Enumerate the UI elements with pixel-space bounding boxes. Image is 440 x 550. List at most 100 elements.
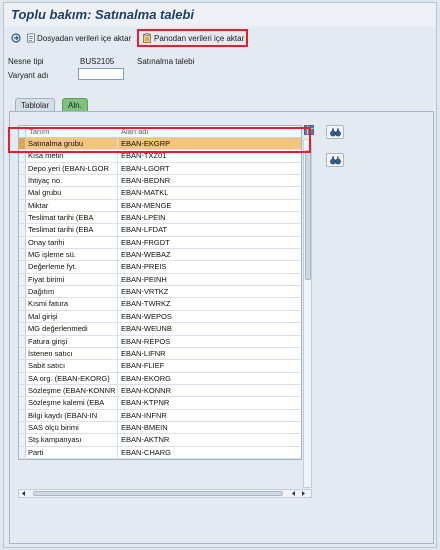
table-row[interactable]: Değerleme fyt. EBAN-PREIS	[19, 261, 301, 274]
clipboard-icon	[143, 33, 151, 43]
column-header-field-name[interactable]: Alan adı	[118, 126, 301, 137]
cell-field-name: EBAN-MATKL	[121, 188, 169, 198]
row-selector[interactable]	[19, 249, 26, 261]
column-header-description[interactable]: Tanım	[26, 126, 118, 137]
cell-field-name: EBAN-VRTKZ	[121, 287, 169, 297]
cell-field-name: EBAN-LFDAT	[121, 225, 168, 235]
cell-description: Sabit satıcı	[26, 360, 118, 372]
row-selector[interactable]	[19, 150, 26, 162]
cell-field-name: EBAN-PREIS	[121, 262, 167, 272]
table-row[interactable]: Mal grubu EBAN-MATKL	[19, 187, 301, 200]
row-selector[interactable]	[19, 138, 26, 150]
row-selector[interactable]	[19, 384, 26, 397]
cell-description: Parti	[26, 446, 118, 458]
row-selector[interactable]	[19, 397, 26, 409]
row-selector[interactable]	[19, 446, 26, 458]
cell-description: Kısa metin	[26, 150, 118, 162]
table-row[interactable]: Bilgi kaydı (EBAN-IN EBAN-INFNR	[19, 409, 301, 422]
import-from-clipboard-button[interactable]: Panodan verileri içe aktar	[154, 32, 244, 46]
cell-description: Kısmi fatura	[26, 298, 118, 310]
horizontal-scrollbar[interactable]	[18, 489, 312, 498]
table-row[interactable]: İhtiyaç no. EBAN-BEDNR	[19, 175, 301, 188]
row-selector[interactable]	[19, 199, 26, 212]
row-selector[interactable]	[19, 360, 26, 372]
cell-field-name: EBAN-PEINH	[121, 274, 167, 284]
cell-field-name: EBAN-FRGDT	[121, 237, 170, 247]
row-selector[interactable]	[19, 434, 26, 446]
table-row[interactable]: MG işleme sü. EBAN-WEBAZ	[19, 249, 301, 262]
cell-description: Miktar	[26, 199, 118, 212]
cell-description: Fatura girişi	[26, 335, 118, 347]
row-selector[interactable]	[19, 409, 26, 421]
import-from-file-button[interactable]: Dosyadan verileri içe aktar	[37, 32, 131, 46]
table-row[interactable]: Fiyat birimi EBAN-PEINH	[19, 273, 301, 287]
row-selector[interactable]	[19, 335, 26, 347]
table-row[interactable]: Sabit satıcı EBAN-FLIEF	[19, 360, 301, 373]
tab-tables[interactable]: Tablolar	[15, 98, 56, 112]
table-row[interactable]: Dağıtım EBAN-VRTKZ	[19, 286, 301, 299]
scroll-left-end-icon[interactable]	[291, 491, 296, 496]
table-row[interactable]: Kısa metin EBAN-TXZ01	[19, 150, 301, 163]
cell-field-name: EBAN-WEUNB	[121, 324, 172, 334]
cell-description: Teslimat tarihi (EBA	[26, 224, 118, 236]
row-selector[interactable]	[19, 298, 26, 310]
table-row[interactable]: Sözleşme kalemi (EBA EBAN-KTPNR	[19, 397, 301, 410]
cell-description: SA org. (EBAN-EKORG)	[26, 372, 118, 384]
row-selector[interactable]	[19, 372, 26, 384]
tab-fields[interactable]: Aln.	[62, 98, 88, 112]
row-selector[interactable]	[19, 224, 26, 236]
find-button[interactable]	[326, 125, 344, 139]
cell-description: Depo yeri (EBAN-LGOR	[26, 162, 118, 175]
row-selector[interactable]	[19, 212, 26, 224]
table-row[interactable]: Mal girişi EBAN-WEPOS	[19, 310, 301, 324]
find-next-button[interactable]	[326, 153, 344, 167]
table-row[interactable]: Fatura girişi EBAN-REPOS	[19, 335, 301, 348]
vertical-scrollbar[interactable]	[303, 139, 312, 488]
row-selector[interactable]	[19, 261, 26, 273]
table-row[interactable]: Teslimat tarihi (EBA EBAN-LFDAT	[19, 224, 301, 237]
table-row[interactable]: Satınalma grubu EBAN-EKGRP	[19, 138, 301, 151]
table-row[interactable]: Sözleşme (EBAN-KONNR EBAN-KONNR	[19, 384, 301, 398]
table-row[interactable]: SAS ölçü birimi EBAN-BMEIN	[19, 421, 301, 435]
scroll-right-icon[interactable]	[301, 491, 306, 496]
row-selector[interactable]	[19, 310, 26, 323]
scroll-left-icon[interactable]	[21, 491, 26, 496]
table-settings-icon[interactable]	[304, 125, 314, 135]
toolbar: Dosyadan verileri içe aktar Panodan veri…	[4, 29, 436, 49]
table-row[interactable]: Teslimat tarihi (EBA EBAN-LPEIN	[19, 212, 301, 225]
variant-name-field[interactable]	[78, 68, 124, 80]
table-row[interactable]: Miktar EBAN-MENGE	[19, 199, 301, 213]
cell-field-name: EBAN-AKTNR	[121, 435, 170, 445]
cell-description: Fiyat birimi	[26, 273, 118, 286]
row-selector[interactable]	[19, 187, 26, 199]
row-selector[interactable]	[19, 273, 26, 286]
cell-field-name: EBAN-INFNR	[121, 410, 167, 420]
row-selector[interactable]	[19, 162, 26, 175]
object-type-value: BUS2105	[80, 57, 115, 66]
cell-description: Bilgi kaydı (EBAN-IN	[26, 409, 118, 421]
table-row[interactable]: Depo yeri (EBAN-LGOR EBAN-LGORT	[19, 162, 301, 176]
select-all-cell[interactable]	[19, 126, 26, 137]
table-row[interactable]: Stş.kampanyası EBAN-AKTNR	[19, 434, 301, 447]
horizontal-scroll-thumb[interactable]	[33, 491, 283, 496]
cell-description: İstenen satıcı	[26, 347, 118, 360]
row-selector[interactable]	[19, 175, 26, 187]
row-selector[interactable]	[19, 286, 26, 298]
table-row[interactable]: SA org. (EBAN-EKORG) EBAN-EKORG	[19, 372, 301, 385]
cell-field-name: EBAN-WEPOS	[121, 311, 172, 321]
row-selector[interactable]	[19, 323, 26, 335]
table-row[interactable]: Parti EBAN-CHARG	[19, 446, 301, 459]
table-row[interactable]: İstenen satıcı EBAN-LIFNR	[19, 347, 301, 361]
row-selector[interactable]	[19, 347, 26, 360]
row-selector[interactable]	[19, 421, 26, 434]
cell-field-name: EBAN-EKORG	[121, 373, 172, 383]
table-row[interactable]: Kısmi fatura EBAN-TWRKZ	[19, 298, 301, 311]
import-file-icon[interactable]	[11, 33, 21, 43]
cell-field-name: EBAN-TWRKZ	[121, 299, 171, 309]
table-row[interactable]: Onay tarihi EBAN-FRGDT	[19, 236, 301, 250]
vertical-scroll-thumb[interactable]	[305, 150, 311, 280]
cell-field-name: EBAN-KTPNR	[121, 398, 170, 408]
row-selector[interactable]	[19, 236, 26, 249]
table-row[interactable]: MG değerlenmedi EBAN-WEUNB	[19, 323, 301, 336]
cell-description: İhtiyaç no.	[26, 175, 118, 187]
